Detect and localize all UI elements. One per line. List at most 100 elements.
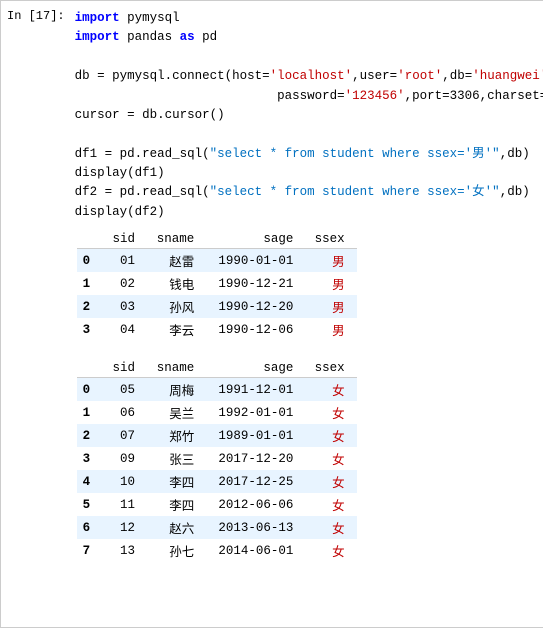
cell-sname: 孙七 bbox=[147, 539, 206, 562]
cell-sname: 李四 bbox=[147, 470, 206, 493]
cell-sage: 1990-12-20 bbox=[206, 295, 305, 318]
cell-sname: 郑竹 bbox=[147, 424, 206, 447]
cell-sage: 1990-01-01 bbox=[206, 249, 305, 273]
cell-sid: 06 bbox=[104, 401, 147, 424]
cell-ssex: 男 bbox=[305, 295, 356, 318]
cell-sname: 周梅 bbox=[147, 378, 206, 402]
cell-ssex: 女 bbox=[305, 539, 356, 562]
code-text: pandas bbox=[120, 30, 180, 44]
code-line-2: import pandas as pd bbox=[75, 28, 543, 47]
table-row: 0 05 周梅 1991-12-01 女 bbox=[77, 378, 357, 402]
cell-sname: 李云 bbox=[147, 318, 206, 341]
cell-sid: 09 bbox=[104, 447, 147, 470]
table-female: sid sname sage ssex 0 05 周梅 1991-12-01 女… bbox=[77, 359, 357, 562]
table-row: 3 09 张三 2017-12-20 女 bbox=[77, 447, 357, 470]
cell-sid: 05 bbox=[104, 378, 147, 402]
cell-sage: 2017-12-20 bbox=[206, 447, 305, 470]
table-row: 2 07 郑竹 1989-01-01 女 bbox=[77, 424, 357, 447]
cell-sname: 孙风 bbox=[147, 295, 206, 318]
col-sname: sname bbox=[147, 230, 206, 249]
kw-import1: import bbox=[75, 11, 120, 25]
cell-ssex: 女 bbox=[305, 493, 356, 516]
str-query2: "select * from student where ssex='女'" bbox=[210, 185, 500, 199]
kw-as: as bbox=[180, 30, 195, 44]
code-line-6: cursor = db.cursor() bbox=[75, 106, 543, 125]
cell-ssex: 男 bbox=[305, 272, 356, 295]
cell-index: 2 bbox=[77, 424, 104, 447]
cell-index: 4 bbox=[77, 470, 104, 493]
code-line-4: db = pymysql.connect(host='localhost',us… bbox=[75, 67, 543, 86]
cell-sname: 赵六 bbox=[147, 516, 206, 539]
cell-sage: 1990-12-06 bbox=[206, 318, 305, 341]
cell-sid: 11 bbox=[104, 493, 147, 516]
cell-ssex: 男 bbox=[305, 249, 356, 273]
cell-sid: 12 bbox=[104, 516, 147, 539]
col2-ssex: ssex bbox=[305, 359, 356, 378]
cell-index: 0 bbox=[77, 378, 104, 402]
cell-sage: 2012-06-06 bbox=[206, 493, 305, 516]
cell-sage: 1991-12-01 bbox=[206, 378, 305, 402]
code-line-10: df2 = pd.read_sql("select * from student… bbox=[75, 183, 543, 202]
code-text: df2 = pd.read_sql( bbox=[75, 185, 210, 199]
cell-ssex: 女 bbox=[305, 447, 356, 470]
col-index bbox=[77, 230, 104, 249]
table-row: 7 13 孙七 2014-06-01 女 bbox=[77, 539, 357, 562]
cell-sage: 2017-12-25 bbox=[206, 470, 305, 493]
cell-index: 1 bbox=[77, 401, 104, 424]
cell-sid: 02 bbox=[104, 272, 147, 295]
cell-index: 0 bbox=[77, 249, 104, 273]
table-row: 3 04 李云 1990-12-06 男 bbox=[77, 318, 357, 341]
code-line-1: import pymysql bbox=[75, 9, 543, 28]
cell-ssex: 女 bbox=[305, 378, 356, 402]
cell-index: 5 bbox=[77, 493, 104, 516]
cell-index: 3 bbox=[77, 447, 104, 470]
cell-sage: 1992-01-01 bbox=[206, 401, 305, 424]
cell-in-label: In [17]: bbox=[7, 9, 65, 23]
code-text: ,user= bbox=[352, 69, 397, 83]
cell-sid: 07 bbox=[104, 424, 147, 447]
cell-ssex: 女 bbox=[305, 424, 356, 447]
table-row: 1 06 吴兰 1992-01-01 女 bbox=[77, 401, 357, 424]
code-line-blank1 bbox=[75, 48, 543, 67]
table2-header-row: sid sname sage ssex bbox=[77, 359, 357, 378]
cell-index: 2 bbox=[77, 295, 104, 318]
cell-sid: 03 bbox=[104, 295, 147, 318]
cell-ssex: 女 bbox=[305, 516, 356, 539]
code-text: ,port=3306,charset= bbox=[405, 89, 543, 103]
code-line-11: display(df2) bbox=[75, 203, 543, 222]
table-row: 4 10 李四 2017-12-25 女 bbox=[77, 470, 357, 493]
table-male: sid sname sage ssex 0 01 赵雷 1990-01-01 男… bbox=[77, 230, 357, 341]
col2-index bbox=[77, 359, 104, 378]
code-text: cursor = db.cursor() bbox=[75, 108, 225, 122]
table-row: 0 01 赵雷 1990-01-01 男 bbox=[77, 249, 357, 273]
cell-sname: 李四 bbox=[147, 493, 206, 516]
code-text: df1 = pd.read_sql( bbox=[75, 147, 210, 161]
cell-sage: 2014-06-01 bbox=[206, 539, 305, 562]
str-root: 'root' bbox=[397, 69, 442, 83]
table-row: 2 03 孙风 1990-12-20 男 bbox=[77, 295, 357, 318]
table1-body: 0 01 赵雷 1990-01-01 男 1 02 钱电 1990-12-21 … bbox=[77, 249, 357, 342]
cell-ssex: 女 bbox=[305, 470, 356, 493]
cell-index: 3 bbox=[77, 318, 104, 341]
code-text: ,db= bbox=[442, 69, 472, 83]
table-row: 1 02 钱电 1990-12-21 男 bbox=[77, 272, 357, 295]
table-row: 6 12 赵六 2013-06-13 女 bbox=[77, 516, 357, 539]
cell-index: 1 bbox=[77, 272, 104, 295]
dataframe-1: sid sname sage ssex 0 01 赵雷 1990-01-01 男… bbox=[77, 230, 543, 341]
cell-ssex: 男 bbox=[305, 318, 356, 341]
col-sid: sid bbox=[104, 230, 147, 249]
cell-sid: 13 bbox=[104, 539, 147, 562]
code-text: db = pymysql.connect(host= bbox=[75, 69, 270, 83]
str-localhost: 'localhost' bbox=[270, 69, 353, 83]
cell-sid: 01 bbox=[104, 249, 147, 273]
table-header-row: sid sname sage ssex bbox=[77, 230, 357, 249]
col-sage: sage bbox=[206, 230, 305, 249]
cell-sname: 钱电 bbox=[147, 272, 206, 295]
table-row: 5 11 李四 2012-06-06 女 bbox=[77, 493, 357, 516]
notebook-cell: In [17]: import pymysql import pandas as… bbox=[0, 0, 543, 628]
cell-index: 7 bbox=[77, 539, 104, 562]
output-area: sid sname sage ssex 0 01 赵雷 1990-01-01 男… bbox=[75, 230, 543, 562]
cell-ssex: 女 bbox=[305, 401, 356, 424]
dataframe-2: sid sname sage ssex 0 05 周梅 1991-12-01 女… bbox=[77, 359, 543, 562]
cell-sage: 1990-12-21 bbox=[206, 272, 305, 295]
